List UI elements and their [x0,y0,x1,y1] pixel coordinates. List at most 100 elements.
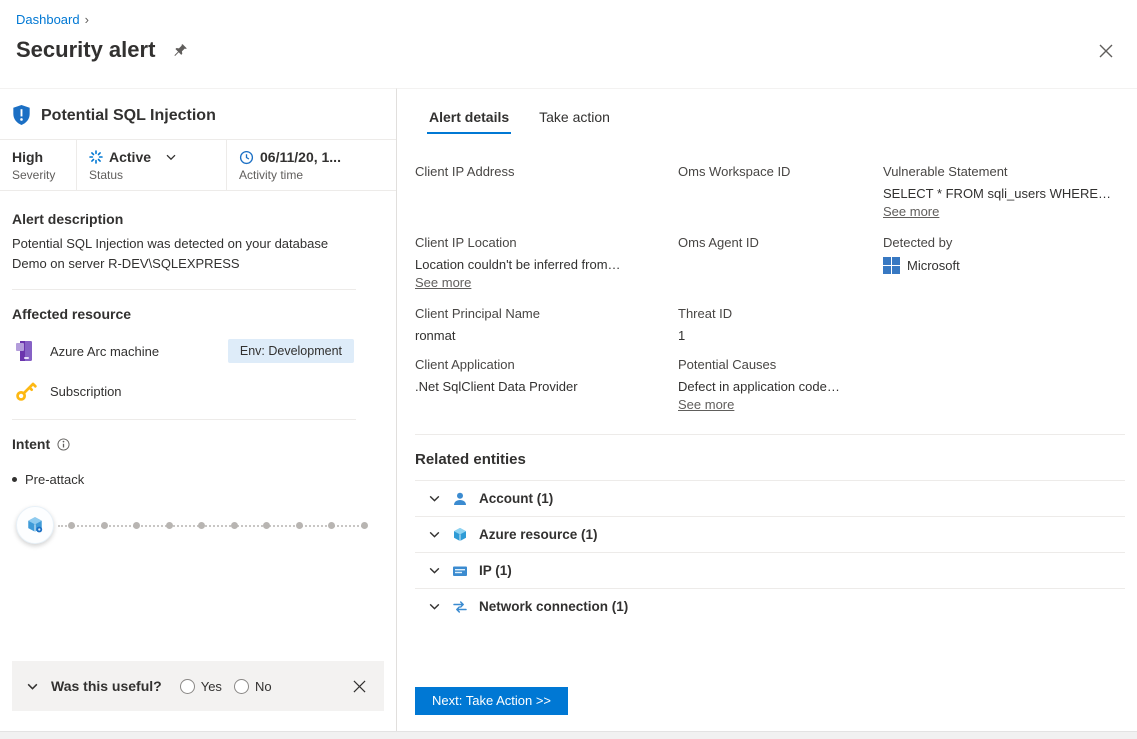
feedback-yes-radio[interactable]: Yes [179,678,222,694]
see-more-link[interactable]: See more [883,204,939,219]
severity-label: Severity [12,168,56,182]
kill-chain-dot [165,521,173,529]
env-badge: Env: Development [227,339,354,363]
feedback-bar: Was this useful? Yes No [12,661,384,711]
field-client-application: Client Application .Net SqlClient Data P… [415,357,578,394]
azure-resource-icon [452,527,468,543]
clock-icon [239,150,254,165]
status-label: Status [89,168,124,182]
tab-bar: Alert details Take action [427,89,1125,134]
related-entity-ip[interactable]: IP (1) [415,552,1125,588]
tab-take-action[interactable]: Take action [537,109,612,134]
detected-by-value: Microsoft [907,258,960,273]
related-entity-account[interactable]: Account (1) [415,480,1125,516]
feedback-no-radio[interactable]: No [233,678,272,694]
feedback-collapse-chevron-icon[interactable] [26,680,39,693]
pre-attack-stage-icon[interactable] [16,506,54,544]
field-client-ip-location: Client IP Location Location couldn't be … [415,235,621,290]
chevron-down-icon [428,600,441,613]
security-alert-page: Dashboard › Security alert Potential SQL… [0,0,1137,739]
divider [415,434,1125,435]
close-page-button[interactable] [1097,42,1115,60]
kill-chain-dot [100,521,108,529]
status-dropdown-chevron-icon[interactable] [165,151,177,163]
breadcrumb-dashboard-link[interactable]: Dashboard [16,12,80,27]
close-icon [1099,44,1113,58]
kill-chain-dot [360,521,368,529]
close-icon [353,680,366,693]
resource-azure-arc-machine[interactable]: Azure Arc machine Env: Development [12,338,384,364]
chevron-down-icon [428,492,441,505]
network-connection-icon [452,599,468,615]
status-value: Active [109,149,152,165]
content-split: Potential SQL Injection High Severity Ac… [0,88,1137,731]
microsoft-logo-icon [883,257,900,274]
kill-chain-dot [133,521,141,529]
see-more-link[interactable]: See more [415,275,471,290]
pin-button[interactable] [171,41,190,60]
field-threat-id: Threat ID 1 [678,306,733,343]
info-icon[interactable] [57,437,70,451]
pin-icon [173,43,188,58]
chevron-down-icon [428,528,441,541]
kill-chain-dot [263,521,271,529]
divider [12,289,356,290]
radio-icon [233,678,249,694]
field-client-principal-name: Client Principal Name ronmat [415,306,540,343]
kill-chain-dot [230,521,238,529]
bullet-icon [12,477,17,482]
account-icon [452,491,468,507]
field-client-ip-address: Client IP Address [415,164,515,179]
resource-subscription[interactable]: Subscription [12,380,384,403]
status-stat[interactable]: Active Status [76,140,226,190]
key-icon [12,380,38,403]
next-take-action-button[interactable]: Next: Take Action >> [415,687,568,715]
see-more-link[interactable]: See more [678,397,734,412]
ip-icon [452,563,468,579]
divider [12,419,356,420]
chevron-down-icon [428,564,441,577]
kill-chain-dot [328,521,336,529]
page-header: Dashboard › Security alert [0,0,1137,88]
field-vulnerable-statement: Vulnerable Statement SELECT * FROM sqli_… [883,164,1112,219]
resource-name: Azure Arc machine [50,343,160,359]
alert-details-grid: Client IP Address Oms Workspace ID Vulne… [415,164,1125,414]
page-title: Security alert [16,37,156,62]
related-entity-azure-resource[interactable]: Azure resource (1) [415,516,1125,552]
alert-description-text: Potential SQL Injection was detected on … [12,236,329,271]
activity-time-label: Activity time [239,168,304,182]
field-detected-by: Detected by Microsoft [883,235,960,274]
kill-chain-dot [68,521,75,529]
breadcrumb: Dashboard › [16,12,1119,27]
related-entities-heading: Related entities [415,451,526,468]
window-bottom-edge [0,731,1137,739]
intent-stage: Pre-attack [12,472,384,487]
feedback-close-button[interactable] [351,678,368,695]
intent-stage-label: Pre-attack [25,472,85,487]
grid-spacer [883,306,1125,343]
alert-title: Potential SQL Injection [41,106,216,124]
breadcrumb-separator: › [84,12,89,27]
feedback-question: Was this useful? [51,678,162,694]
field-oms-workspace-id: Oms Workspace ID [678,164,791,179]
activity-time-stat: 06/11/20, 1... Activity time [226,140,396,190]
severity-shield-icon [12,105,31,126]
grid-spacer [883,357,1125,414]
alert-summary-panel: Potential SQL Injection High Severity Ac… [0,88,397,731]
field-oms-agent-id: Oms Agent ID [678,235,759,250]
related-entity-network-connection[interactable]: Network connection (1) [415,588,1125,624]
resource-name: Subscription [50,384,122,399]
radio-icon [179,678,195,694]
azure-arc-machine-icon [12,338,38,364]
alert-description-heading: Alert description [12,211,124,227]
activity-time-value: 06/11/20, 1... [260,149,341,165]
alert-stats-row: High Severity Active Status 06/11/20, 1.… [0,140,396,191]
status-active-icon [89,150,103,164]
kill-chain-progress [16,503,380,547]
alert-summary-body: Alert description Potential SQL Injectio… [0,191,396,647]
severity-value: High [12,149,44,165]
tab-alert-details[interactable]: Alert details [427,109,512,134]
kill-chain-dots [68,521,368,529]
intent-heading: Intent [12,436,51,452]
